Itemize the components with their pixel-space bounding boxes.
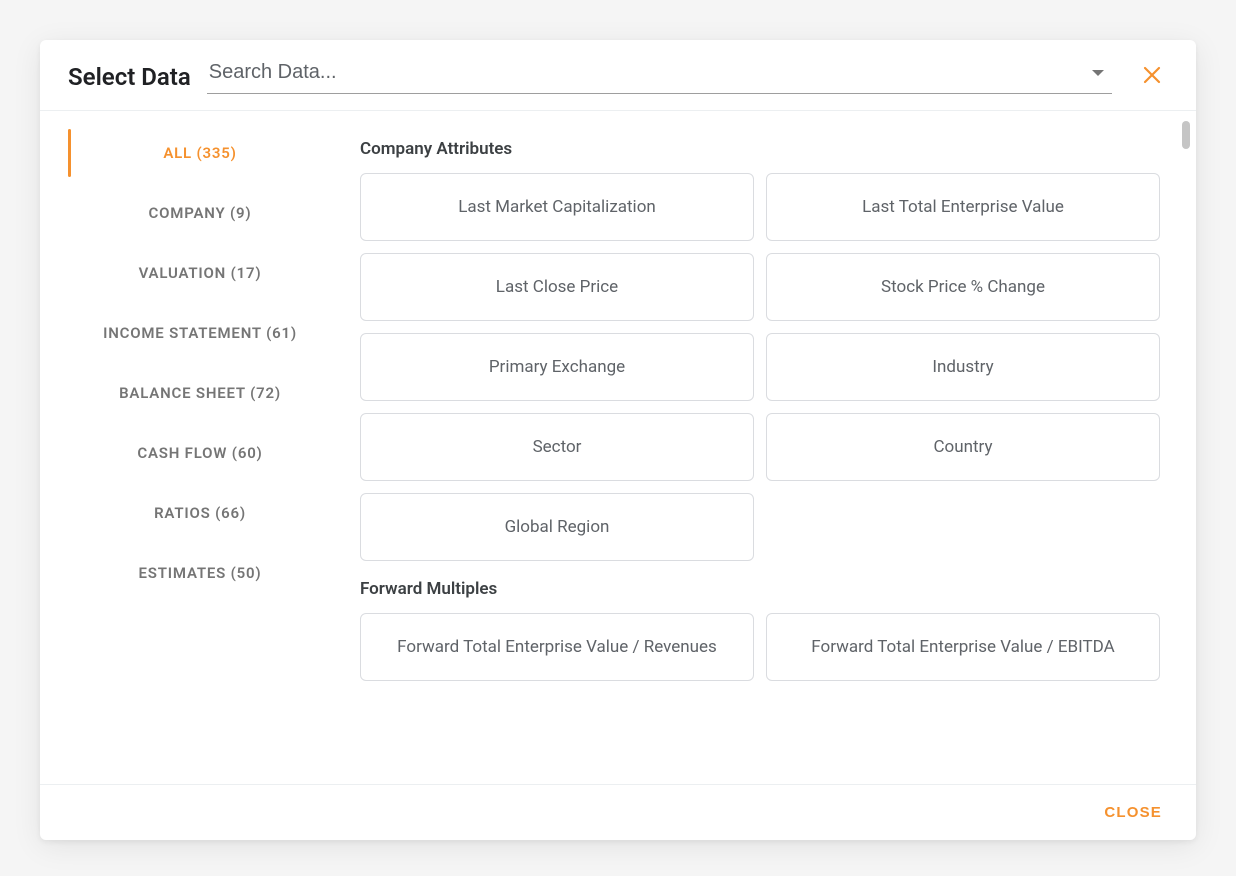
chip-grid: Last Market Capitalization Last Total En… [360,173,1160,561]
data-item[interactable]: Country [766,413,1160,481]
tab-cash-flow[interactable]: CASH FLOW (60) [40,423,360,483]
data-item[interactable]: Global Region [360,493,754,561]
tab-company[interactable]: COMPANY (9) [40,183,360,243]
tab-balance-sheet[interactable]: BALANCE SHEET (72) [40,363,360,423]
tab-all[interactable]: ALL (335) [40,123,360,183]
data-item[interactable]: Industry [766,333,1160,401]
tab-label: INCOME STATEMENT (61) [103,324,297,342]
tab-label: RATIOS (66) [154,504,246,522]
search-input[interactable] [207,60,1084,85]
tab-label: ESTIMATES (50) [139,564,262,582]
tab-income-statement[interactable]: INCOME STATEMENT (61) [40,303,360,363]
data-item[interactable]: Stock Price % Change [766,253,1160,321]
tab-valuation[interactable]: VALUATION (17) [40,243,360,303]
select-data-modal: Select Data ALL (335) CO [40,40,1196,840]
data-item[interactable]: Last Market Capitalization [360,173,754,241]
modal-title: Select Data [68,63,191,91]
close-button[interactable]: CLOSE [1098,803,1168,822]
dropdown-caret-icon[interactable] [1084,70,1112,76]
tab-label: BALANCE SHEET (72) [119,384,281,402]
data-item[interactable]: Last Close Price [360,253,754,321]
chip-grid: Forward Total Enterprise Value / Revenue… [360,613,1160,681]
section-title-forward-multiples: Forward Multiples [360,579,1160,599]
close-icon[interactable] [1136,64,1168,90]
tab-ratios[interactable]: RATIOS (66) [40,483,360,543]
data-item[interactable]: Forward Total Enterprise Value / EBITDA [766,613,1160,681]
data-item[interactable]: Forward Total Enterprise Value / Revenue… [360,613,754,681]
tab-label: CASH FLOW (60) [137,444,262,462]
data-item[interactable]: Sector [360,413,754,481]
data-item[interactable]: Last Total Enterprise Value [766,173,1160,241]
tab-estimates[interactable]: ESTIMATES (50) [40,543,360,603]
search-field-wrap[interactable] [207,60,1112,94]
modal-header: Select Data [40,40,1196,111]
tab-label: VALUATION (17) [139,264,262,282]
modal-body: ALL (335) COMPANY (9) VALUATION (17) INC… [40,111,1196,784]
data-item[interactable]: Primary Exchange [360,333,754,401]
category-tabs: ALL (335) COMPANY (9) VALUATION (17) INC… [40,111,360,784]
data-items-area[interactable]: Company Attributes Last Market Capitaliz… [360,111,1196,784]
section-title-company-attributes: Company Attributes [360,139,1160,159]
tab-label: ALL (335) [163,144,236,162]
tab-label: COMPANY (9) [149,204,252,222]
modal-footer: CLOSE [40,784,1196,840]
